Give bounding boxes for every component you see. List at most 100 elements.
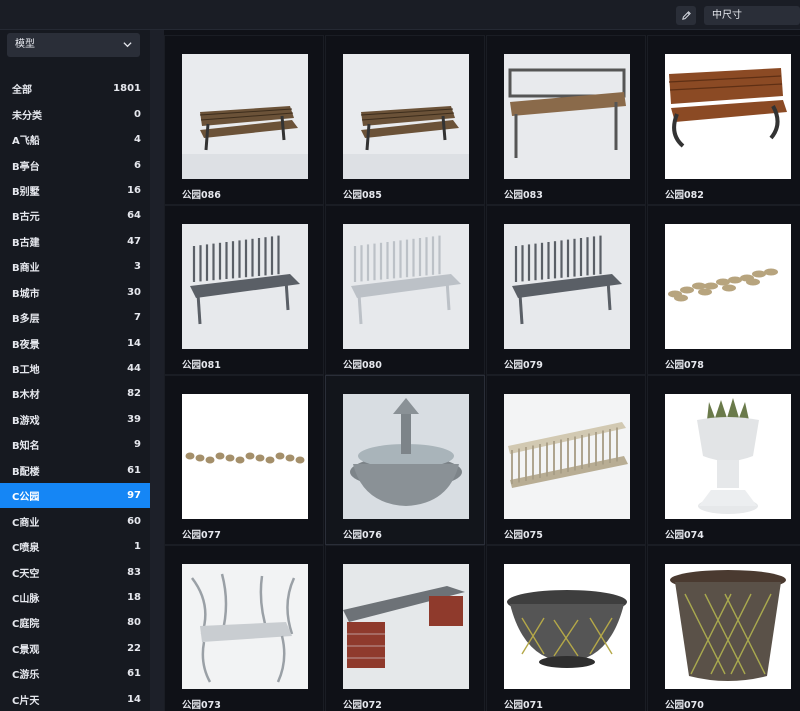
category-item[interactable]: C景观 22: [0, 636, 150, 661]
category-label: B木材: [12, 390, 40, 402]
category-label: C山脉: [12, 593, 40, 605]
category-label: 全部: [12, 85, 32, 97]
category-label: C游乐: [12, 670, 40, 682]
wood-bench-icon: [343, 54, 469, 179]
bowl-planter-icon: [504, 564, 630, 689]
category-item[interactable]: C喷泉 1: [0, 534, 150, 559]
model-card-label: 公园072: [343, 700, 382, 711]
model-card[interactable]: 公园071: [486, 545, 646, 711]
category-count: 64: [127, 210, 141, 222]
category-item[interactable]: C公园 97: [0, 483, 150, 509]
category-item[interactable]: B别墅 16: [0, 178, 150, 203]
category-label: C景观: [12, 644, 40, 656]
category-label: B古建: [12, 237, 40, 249]
model-card[interactable]: 公园083: [486, 35, 646, 205]
model-card-label: 公园085: [343, 190, 382, 201]
category-item[interactable]: 全部 1801: [0, 76, 150, 101]
category-count: 7: [134, 312, 141, 324]
category-item[interactable]: B木材 82: [0, 381, 150, 406]
category-count: 1801: [113, 83, 141, 95]
type-filter-select[interactable]: 模型: [7, 33, 140, 57]
category-count: 61: [127, 668, 141, 680]
sidebar: 模型 全部 1801 未分类 0 A飞船 4 B亭台 6 B别墅 16 B古元 64 B古建 47 B商业 3…: [0, 30, 150, 711]
category-item[interactable]: B工地 44: [0, 356, 150, 381]
model-card-label: 公园074: [665, 530, 704, 541]
chevron-down-icon: [123, 42, 132, 48]
category-item[interactable]: B古元 64: [0, 203, 150, 228]
category-item[interactable]: C庭院 80: [0, 610, 150, 635]
model-card-label: 公园076: [343, 530, 382, 541]
size-select-value: 中尺寸: [712, 10, 742, 21]
category-label: B别墅: [12, 186, 40, 198]
model-card[interactable]: 公园081: [164, 205, 324, 375]
model-card-label: 公园083: [504, 190, 543, 201]
model-card[interactable]: 公园085: [325, 35, 485, 205]
thumbnail-size-select[interactable]: 中尺寸: [704, 6, 800, 25]
category-count: 6: [134, 159, 141, 171]
metal-wood-bench-icon: [504, 54, 630, 179]
category-item[interactable]: B知名 9: [0, 432, 150, 457]
cast-iron-bench-icon: [665, 54, 791, 179]
edit-button[interactable]: [676, 6, 696, 25]
model-card[interactable]: 公园078: [647, 205, 800, 375]
stepping-stones-icon: [665, 224, 791, 349]
category-item[interactable]: C山脉 18: [0, 585, 150, 610]
category-label: C喷泉: [12, 543, 40, 555]
category-count: 61: [127, 464, 141, 476]
model-card[interactable]: 公园076: [325, 375, 485, 545]
model-card[interactable]: 公园073: [164, 545, 324, 711]
model-card[interactable]: 公园086: [164, 35, 324, 205]
category-count: 83: [127, 566, 141, 578]
model-card[interactable]: 公园082: [647, 35, 800, 205]
category-label: B亭台: [12, 161, 40, 173]
category-count: 44: [127, 363, 141, 375]
category-item[interactable]: C片天 14: [0, 687, 150, 711]
category-count: 97: [127, 490, 141, 502]
category-item[interactable]: C商业 60: [0, 508, 150, 533]
model-card[interactable]: 公园077: [164, 375, 324, 545]
category-item[interactable]: B商业 3: [0, 254, 150, 279]
category-count: 82: [127, 388, 141, 400]
category-label: B夜景: [12, 339, 40, 351]
lotus-fountain-icon: [343, 394, 469, 519]
branch-bench-icon: [182, 564, 308, 689]
urn-planter-icon: [665, 394, 791, 519]
category-item[interactable]: A飞船 4: [0, 127, 150, 152]
model-card[interactable]: 公园074: [647, 375, 800, 545]
category-label: A飞船: [12, 136, 40, 148]
category-item[interactable]: B亭台 6: [0, 152, 150, 177]
category-count: 22: [127, 642, 141, 654]
category-count: 9: [134, 439, 141, 451]
model-card[interactable]: 公园075: [486, 375, 646, 545]
model-card-label: 公园071: [504, 700, 543, 711]
model-card-label: 公园070: [665, 700, 704, 711]
model-card[interactable]: 公园072: [325, 545, 485, 711]
category-list: 全部 1801 未分类 0 A飞船 4 B亭台 6 B别墅 16 B古元 64 B古建 47 B商业 3 B城市…: [0, 76, 150, 711]
category-count: 60: [127, 515, 141, 527]
basket-planter-icon: [665, 564, 791, 689]
category-item[interactable]: B多层 7: [0, 305, 150, 330]
category-label: B古元: [12, 212, 40, 224]
category-count: 0: [134, 108, 141, 120]
category-item[interactable]: B古建 47: [0, 229, 150, 254]
category-label: B游戏: [12, 415, 40, 427]
category-label: B配楼: [12, 466, 40, 478]
fence-icon: [504, 394, 630, 519]
category-label: B多层: [12, 314, 40, 326]
category-item[interactable]: C游乐 61: [0, 661, 150, 686]
category-item[interactable]: 未分类 0: [0, 101, 150, 126]
model-card[interactable]: 公园080: [325, 205, 485, 375]
model-card[interactable]: 公园070: [647, 545, 800, 711]
category-label: C片天: [12, 695, 40, 707]
scroll-gutter[interactable]: [150, 30, 164, 711]
category-item[interactable]: C天空 83: [0, 559, 150, 584]
category-item[interactable]: B游戏 39: [0, 407, 150, 432]
category-item[interactable]: B城市 30: [0, 280, 150, 305]
category-count: 3: [134, 261, 141, 273]
model-card-label: 公园079: [504, 360, 543, 371]
model-card[interactable]: 公园079: [486, 205, 646, 375]
category-item[interactable]: B配楼 61: [0, 458, 150, 483]
category-count: 4: [134, 134, 141, 146]
category-item[interactable]: B夜景 14: [0, 330, 150, 355]
pebbles-icon: [182, 394, 308, 519]
